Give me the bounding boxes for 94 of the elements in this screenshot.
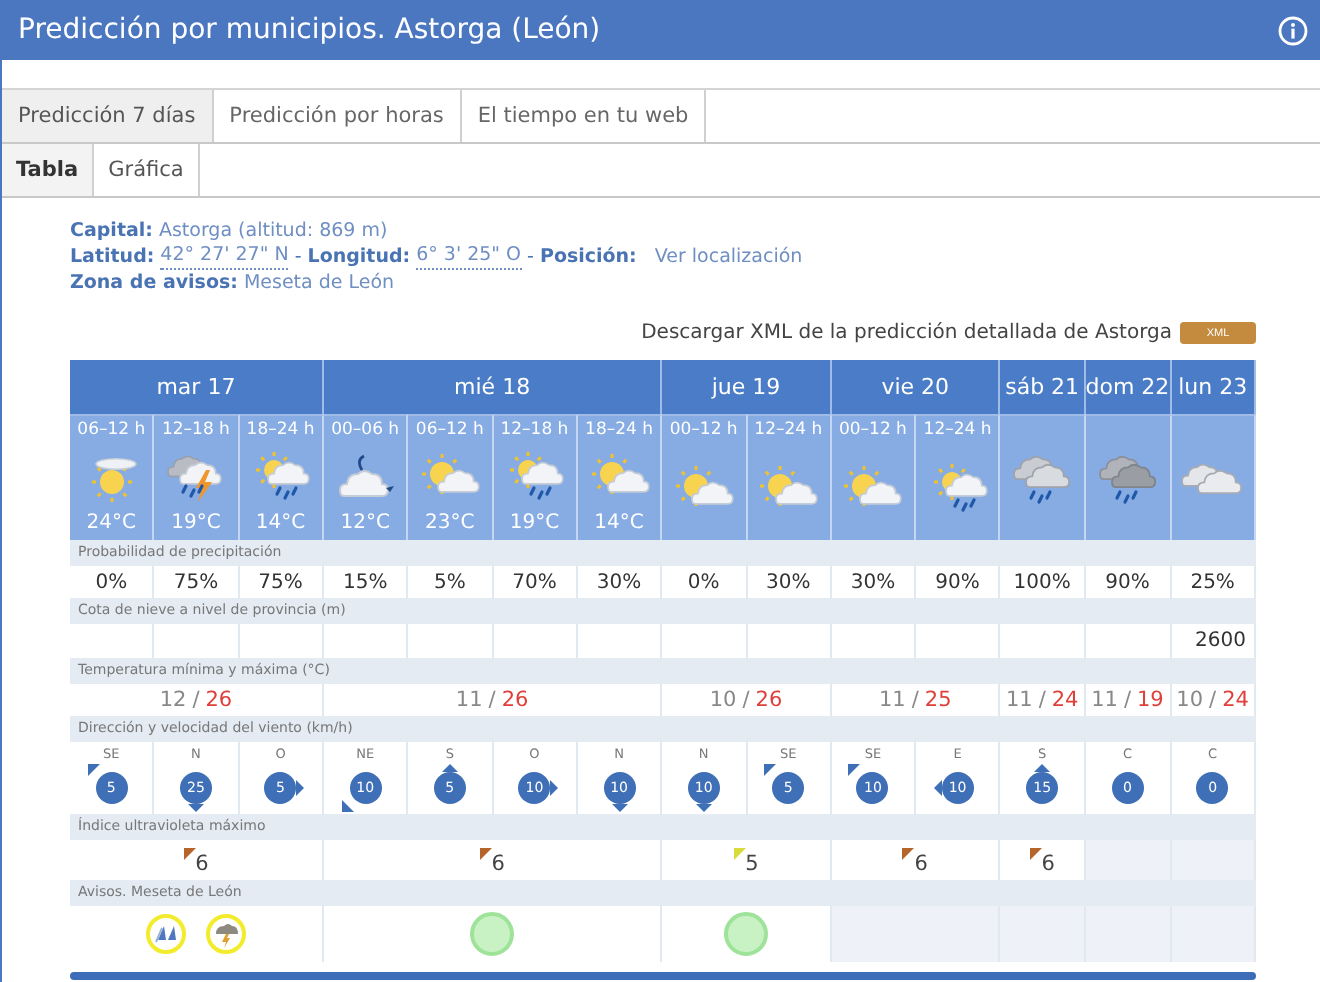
separator: / [192,688,200,712]
separator: / [742,688,750,712]
uv-index: 5 [745,852,759,876]
uv-index: 6 [1041,852,1055,876]
max-temperature: 24 [1222,688,1249,712]
tab[interactable]: Predicción 7 días [2,90,214,142]
max-temperature: 26 [205,688,233,712]
precipitation-value: 90% [1105,571,1150,593]
period-time: 06–12 h [415,420,484,440]
min-temperature: 12 [159,688,187,712]
period-time: 00–12 h [669,420,738,440]
field-value: Astorga (altitud: 869 m) [158,218,388,244]
day-header: jue 19 [711,374,781,400]
direction-arrow-icon [550,780,559,796]
precipitation-value: 25% [1190,571,1235,593]
max-temperature: 19 [1136,688,1164,712]
precipitation-value: 15% [342,571,388,593]
period-time: 06–12 h [77,420,146,440]
day-header: lun 23 [1178,374,1248,400]
max-temperature: 25 [924,688,952,712]
download-text: Descargar XML de la predicción detallada de Astorga [641,320,1172,346]
day-header: mié 18 [454,374,531,400]
field-value: Meseta de León [243,270,395,296]
field-label: Capital: [70,218,153,244]
temperature: 23°C [425,512,475,534]
period-time: 12–24 h [923,420,992,440]
period-time: 12–18 h [161,420,230,440]
period-time: 00–06 h [331,420,400,440]
direction-arrow-icon [1034,764,1051,772]
temperature: 14°C [594,512,644,534]
field-label: Posición: [539,244,637,270]
temperature: 19°C [171,512,221,534]
precipitation-value: 70% [512,571,557,593]
storm-cloud-icon [211,920,240,948]
max-temperature: 26 [755,688,783,712]
field-label: Latitud: [70,244,155,270]
separator: - [294,244,302,270]
direction-arrow-icon [848,764,861,776]
precipitation-value: 90% [935,571,980,593]
location-link[interactable]: Ver localización [654,244,803,270]
max-temperature: 24 [1051,688,1079,712]
precipitation-value: 75% [173,571,219,593]
period-time: 18–24 h [246,420,315,440]
field-label: Zona de avisos: [70,270,238,296]
uv-index: 6 [491,852,505,876]
max-temperature: 26 [501,688,529,712]
separator: / [911,688,919,712]
min-temperature: 10 [1176,688,1204,712]
direction-arrow-icon [764,764,777,776]
tab[interactable]: Tabla [2,144,95,196]
precipitation-value: 30% [596,571,642,593]
temperature: 12°C [340,512,390,534]
precipitation-value: 0% [95,571,128,593]
precipitation-value: 100% [1013,571,1071,593]
precipitation-value: 30% [766,571,811,593]
precipitation-value: 75% [258,571,303,593]
period-time: 12–18 h [500,420,569,440]
temperature: 19°C [509,512,560,534]
precipitation-value: 5% [433,571,466,593]
day-header: vie 20 [881,374,950,400]
separator: / [488,688,496,712]
separator: / [1209,688,1217,712]
uv-index: 6 [914,852,928,876]
period-time: 18–24 h [585,420,654,440]
coordinate-value: 6° 3' 25" O [416,244,522,270]
direction-arrow-icon [441,764,458,772]
min-temperature: 11 [455,688,483,712]
uv-index: 6 [195,852,209,876]
separator: / [1123,688,1131,712]
min-temperature: 10 [709,688,737,712]
separator: - [527,244,534,270]
warning-badge[interactable] [205,914,246,954]
day-header: dom 22 [1085,374,1170,400]
temperature: 14°C [255,512,306,534]
direction-arrow-icon [933,780,942,796]
period-time: 00–12 h [838,420,907,440]
coordinate-value: 42° 27' 27" N [160,244,289,270]
direction-arrow-icon [87,764,100,776]
field-label: Longitud: [307,244,411,270]
min-temperature: 11 [1091,688,1118,712]
separator: / [1038,688,1046,712]
precipitation-value: 0% [687,571,720,593]
precipitation-value: 30% [850,571,896,593]
temperature: 24°C [86,512,137,534]
direction-arrow-icon [296,780,305,796]
day-header: sáb 21 [1005,374,1080,400]
warning-badge[interactable] [145,914,186,954]
snow-level-value: 2600 [1195,630,1246,652]
min-temperature: 11 [878,688,906,712]
period-time: 12–24 h [754,420,823,440]
info-icon[interactable] [1278,15,1308,45]
min-temperature: 11 [1005,688,1033,712]
day-header: mar 17 [156,374,236,400]
window-title: Predicción por municipios. Astorga (León) [18,14,601,46]
